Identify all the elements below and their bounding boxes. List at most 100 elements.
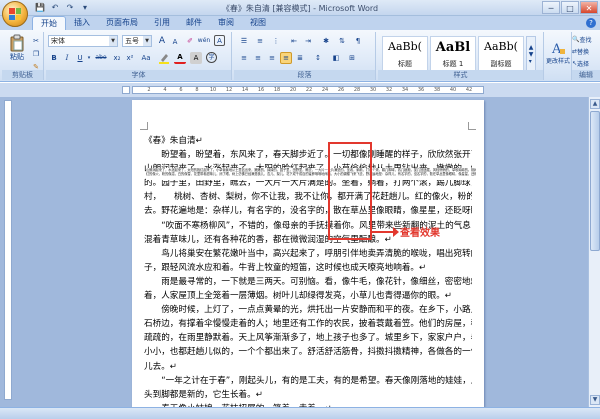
styles-group-label: 样式: [378, 70, 543, 80]
strikethrough-button[interactable]: abe: [93, 52, 109, 64]
ruler-tick-label: 22: [305, 87, 313, 93]
sort-icon[interactable]: ⇅: [336, 35, 348, 47]
cut-icon[interactable]: ✂: [30, 35, 42, 47]
tab-insert[interactable]: 插入: [66, 16, 98, 30]
change-styles-button[interactable]: A 更改样式: [544, 34, 572, 70]
phonetic-guide-button[interactable]: wén: [198, 35, 210, 47]
document-text-line: 儿去。↵: [144, 361, 177, 372]
document-title-line: 《春》朱自清↵: [144, 136, 203, 146]
paste-button[interactable]: 粘贴: [6, 34, 28, 62]
office-logo-icon: [9, 8, 21, 20]
style-sample: AaBb(: [484, 40, 518, 53]
distributed-icon[interactable]: ≣: [294, 52, 306, 64]
line-spacing-icon[interactable]: ↕: [312, 52, 324, 64]
vertical-scrollbar[interactable]: ▲ ▼: [588, 97, 600, 407]
show-marks-icon[interactable]: ¶: [352, 35, 364, 47]
bullets-icon[interactable]: ☰: [238, 35, 250, 47]
shading-icon[interactable]: ◧: [330, 52, 342, 64]
document-text-line: 村， 桃树、杏树、梨树，你不让我，我不让你，都开满了花赶趟儿。红的像火，粉的像霞…: [144, 192, 472, 203]
group-change-styles: A 更改样式: [544, 32, 572, 80]
change-case-button[interactable]: Aa: [139, 52, 153, 64]
character-shading-button[interactable]: A: [190, 52, 202, 64]
font-family-value: 宋体: [51, 37, 65, 45]
italic-button[interactable]: I: [61, 52, 73, 64]
tab-mailings[interactable]: 邮件: [178, 16, 210, 30]
ruler-tick-label: 24: [321, 87, 329, 93]
decrease-indent-icon[interactable]: ⇤: [288, 35, 300, 47]
ruler-tick-label: 16: [257, 87, 265, 93]
select-label: 选择: [577, 61, 590, 68]
underline-button[interactable]: U: [74, 52, 86, 64]
tab-references[interactable]: 引用: [146, 16, 178, 30]
clipboard-icon: [10, 34, 24, 52]
scroll-thumb[interactable]: [590, 111, 600, 251]
font-family-select[interactable]: 宋体 ▼: [48, 35, 118, 47]
clear-format-icon[interactable]: ✐: [184, 35, 196, 47]
chevron-down-icon: ▼: [109, 36, 117, 46]
chevron-down-icon[interactable]: ▾: [87, 52, 91, 64]
font-size-value: 五号: [125, 37, 139, 45]
increase-indent-icon[interactable]: ⇥: [302, 35, 314, 47]
select-button[interactable]: ↖ 选择: [572, 58, 600, 69]
style-sample: AaBb(: [388, 40, 422, 53]
highlight-icon[interactable]: [158, 52, 170, 64]
horizontal-ruler[interactable]: 2 4 6 8 10 12 14 16 18 20 22 24 26 28 30 32 34 36 38 40 42: [132, 86, 484, 94]
group-editing: 🔍 查找 ⇄ 替换 ↖ 选择 编辑: [572, 32, 600, 80]
window-controls: ─ □ ✕: [542, 1, 598, 14]
scroll-down-button[interactable]: ▼: [590, 395, 600, 405]
document-text-line: 去。野花遍地是：杂样儿，有名字的，没名字的，散在草丛里像眼睛，像星星，还眨呀眨的…: [144, 206, 472, 217]
scroll-up-button[interactable]: ▲: [590, 99, 600, 109]
ruler-tick-label: 2: [147, 87, 151, 93]
bold-button[interactable]: B: [48, 52, 60, 64]
tab-page-layout[interactable]: 页面布局: [98, 16, 146, 30]
chinese-layout-icon[interactable]: ✱: [320, 35, 332, 47]
align-center-icon[interactable]: ≡: [252, 52, 264, 64]
tab-review[interactable]: 审阅: [210, 16, 242, 30]
vertical-ruler[interactable]: [4, 100, 12, 400]
paragraph-group-label: 段落: [234, 70, 375, 80]
annotation-highlight-box: [328, 142, 372, 240]
margin-corner-mark: [468, 122, 476, 130]
copy-icon[interactable]: ❐: [30, 48, 42, 60]
style-heading-1[interactable]: AaBl 标题 1: [430, 36, 476, 72]
editing-group-label: 编辑: [572, 70, 600, 80]
ribbon: 粘贴 ✂ ❐ ✎ 剪贴板 宋体 ▼ 五号 ▼ A A ✐ wén A B I U…: [0, 30, 600, 82]
find-button[interactable]: 🔍 查找: [572, 34, 600, 45]
group-styles: AaBb( 标题 AaBl 标题 1 AaBb( 副标题 ▲ ▼ ▾ 样式: [378, 32, 544, 80]
superscript-button[interactable]: x²: [124, 52, 136, 64]
find-label: 查找: [579, 37, 592, 44]
styles-gallery-scroll[interactable]: ▲ ▼ ▾: [526, 36, 536, 72]
office-button[interactable]: [2, 1, 28, 27]
document-text-line: 小小，也都赶趟儿似的，一个个都出来了。舒活舒活筋骨，抖擞抖擞精神，各做各的一份事: [144, 347, 472, 358]
document-page[interactable]: 《春》朱自清↵ 盼望着，盼望着，东风来了，春天脚步近了。一切都像刚睡醒的样子，欣…: [132, 100, 484, 419]
shrink-font-button[interactable]: A: [169, 36, 181, 48]
style-title[interactable]: AaBb( 标题: [382, 36, 428, 72]
style-name: 标题 1: [442, 60, 464, 68]
align-right-icon[interactable]: ≡: [266, 52, 278, 64]
character-border-button[interactable]: A: [214, 35, 225, 46]
justify-icon[interactable]: ≡: [280, 52, 292, 64]
ruler-tick-label: 38: [433, 87, 441, 93]
ruler-tick-label: 32: [385, 87, 393, 93]
tab-view[interactable]: 视图: [242, 16, 274, 30]
document-text-line: 头到脚都是新的，它生长着。↵: [144, 389, 263, 400]
help-icon[interactable]: ?: [586, 18, 596, 28]
replace-button[interactable]: ⇄ 替换: [572, 46, 600, 57]
grow-font-button[interactable]: A: [156, 35, 168, 47]
font-size-select[interactable]: 五号 ▼: [122, 35, 152, 47]
maximize-button[interactable]: □: [561, 1, 579, 14]
align-left-icon[interactable]: ≡: [238, 52, 250, 64]
tab-home[interactable]: 开始: [32, 16, 66, 30]
borders-icon[interactable]: ⊞: [346, 52, 358, 64]
font-color-button[interactable]: A: [174, 52, 186, 64]
ruler-tick-label: 36: [417, 87, 425, 93]
minimize-button[interactable]: ─: [542, 1, 560, 14]
close-button[interactable]: ✕: [580, 1, 598, 14]
tab-selector[interactable]: [122, 86, 130, 94]
multilevel-list-icon[interactable]: ⋮: [270, 35, 282, 47]
numbering-icon[interactable]: ≡: [254, 35, 266, 47]
subscript-button[interactable]: x₂: [111, 52, 123, 64]
style-subtitle[interactable]: AaBb( 副标题: [478, 36, 524, 72]
tiny-text-line: 红的像火，粉的像霞，白的像雪。花里带着甜味儿，闭了眼，树上仿佛已经满是桃儿、杏儿…: [146, 172, 476, 176]
enclose-characters-icon[interactable]: 字: [206, 52, 217, 63]
